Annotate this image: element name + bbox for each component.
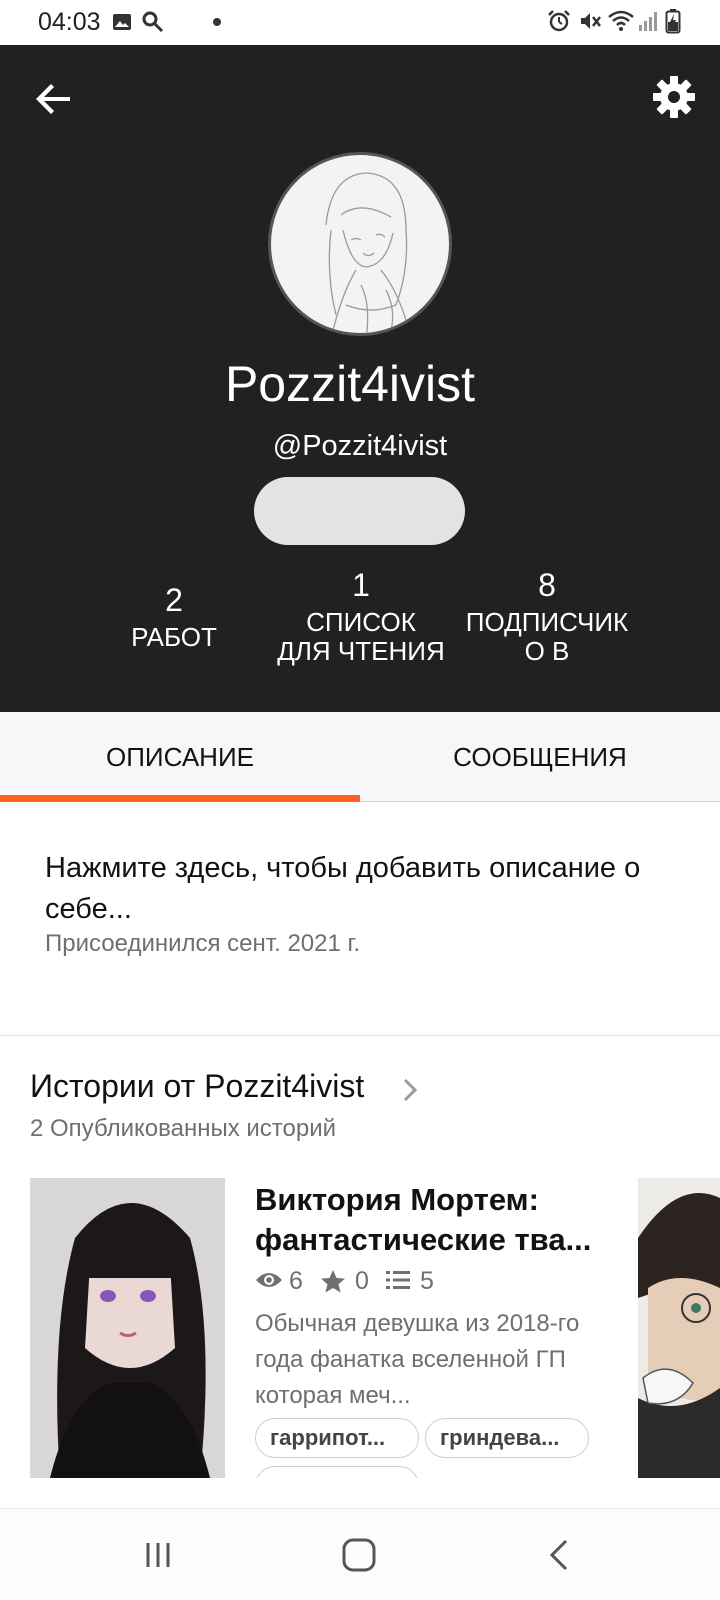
add-description-prompt[interactable]: Нажмите здесь, чтобы добавить описание о…	[45, 848, 685, 930]
tab-messages[interactable]: СООБЩЕНИЯ	[360, 712, 720, 802]
reads-value: 6	[289, 1267, 303, 1295]
username: @Pozzit4ivist	[272, 430, 448, 462]
display-name: Pozzit4ivist	[224, 356, 476, 412]
stories-section-title[interactable]: Истории от Pozzit4ivist	[30, 1068, 364, 1105]
story-tag[interactable]: гаррипот...	[255, 1418, 419, 1458]
published-stories-count: 2 Опубликованных историй	[30, 1115, 337, 1142]
stat-followers[interactable]: 8 ПОДПИСЧИКО В	[458, 567, 636, 666]
alarm-icon	[548, 10, 570, 32]
stat-label: РАБОТ	[131, 622, 217, 652]
profile-tabs: ОПИСАНИЕ СООБЩЕНИЯ	[0, 712, 720, 802]
reads-count: 6	[255, 1265, 315, 1299]
avatar[interactable]	[268, 152, 452, 336]
mute-icon	[581, 13, 601, 29]
stat-value: 2	[165, 582, 183, 618]
follow-button[interactable]	[254, 477, 465, 545]
story-title[interactable]: Виктория Мортем: фантастические тва...	[255, 1180, 605, 1260]
story-cover-image	[30, 1178, 225, 1478]
tab-about[interactable]: ОПИСАНИЕ	[0, 712, 360, 802]
stat-works[interactable]: 2 РАБОТ	[94, 582, 254, 652]
eye-icon	[256, 1273, 282, 1287]
gear-icon[interactable]	[650, 73, 698, 121]
list-icon	[386, 1271, 410, 1289]
story-tag[interactable]: гриндева...	[425, 1418, 589, 1458]
profile-header: Pozzit4ivist @Pozzit4ivist 2 РАБОТ 1 СПИ…	[0, 45, 720, 712]
avatar-sketch-image	[325, 172, 411, 333]
wifi-icon	[608, 10, 634, 31]
stat-label: ПОДПИСЧИКО В	[465, 607, 629, 666]
star-icon	[321, 1270, 345, 1293]
status-bar: 04:03	[0, 0, 720, 45]
story-cover-second-image	[638, 1178, 720, 1478]
stat-value: 8	[538, 567, 556, 603]
content-fade	[0, 1478, 720, 1508]
votes-count: 0	[320, 1265, 380, 1299]
stat-label: СПИСОК ДЛЯ ЧТЕНИЯ	[277, 607, 445, 666]
chevron-right-icon[interactable]	[400, 1077, 420, 1103]
system-nav-bar	[0, 1508, 720, 1600]
parts-value: 5	[420, 1267, 434, 1295]
stat-value: 1	[352, 567, 370, 603]
stat-reading-lists[interactable]: 1 СПИСОК ДЛЯ ЧТЕНИЯ	[276, 567, 446, 666]
joined-date: Присоединился сент. 2021 г.	[45, 930, 360, 957]
active-tab-indicator	[0, 795, 360, 802]
battery-icon	[665, 9, 681, 34]
signal-icon	[639, 12, 657, 31]
dot-icon	[213, 18, 221, 26]
story-cover[interactable]	[30, 1178, 225, 1478]
votes-value: 0	[355, 1267, 369, 1295]
home-icon[interactable]	[335, 1531, 383, 1579]
recent-apps-icon[interactable]	[134, 1531, 182, 1579]
status-time: 04:03	[38, 8, 101, 36]
parts-count: 5	[385, 1265, 445, 1299]
search-icon	[142, 11, 164, 33]
story-description: Обычная девушка из 2018-го года фанатка …	[255, 1310, 580, 1409]
back-nav-icon[interactable]	[536, 1531, 584, 1579]
image-icon	[113, 14, 131, 30]
section-divider	[0, 1035, 720, 1036]
arrow-left-icon[interactable]	[30, 75, 78, 123]
story-cover-second[interactable]	[638, 1178, 720, 1478]
